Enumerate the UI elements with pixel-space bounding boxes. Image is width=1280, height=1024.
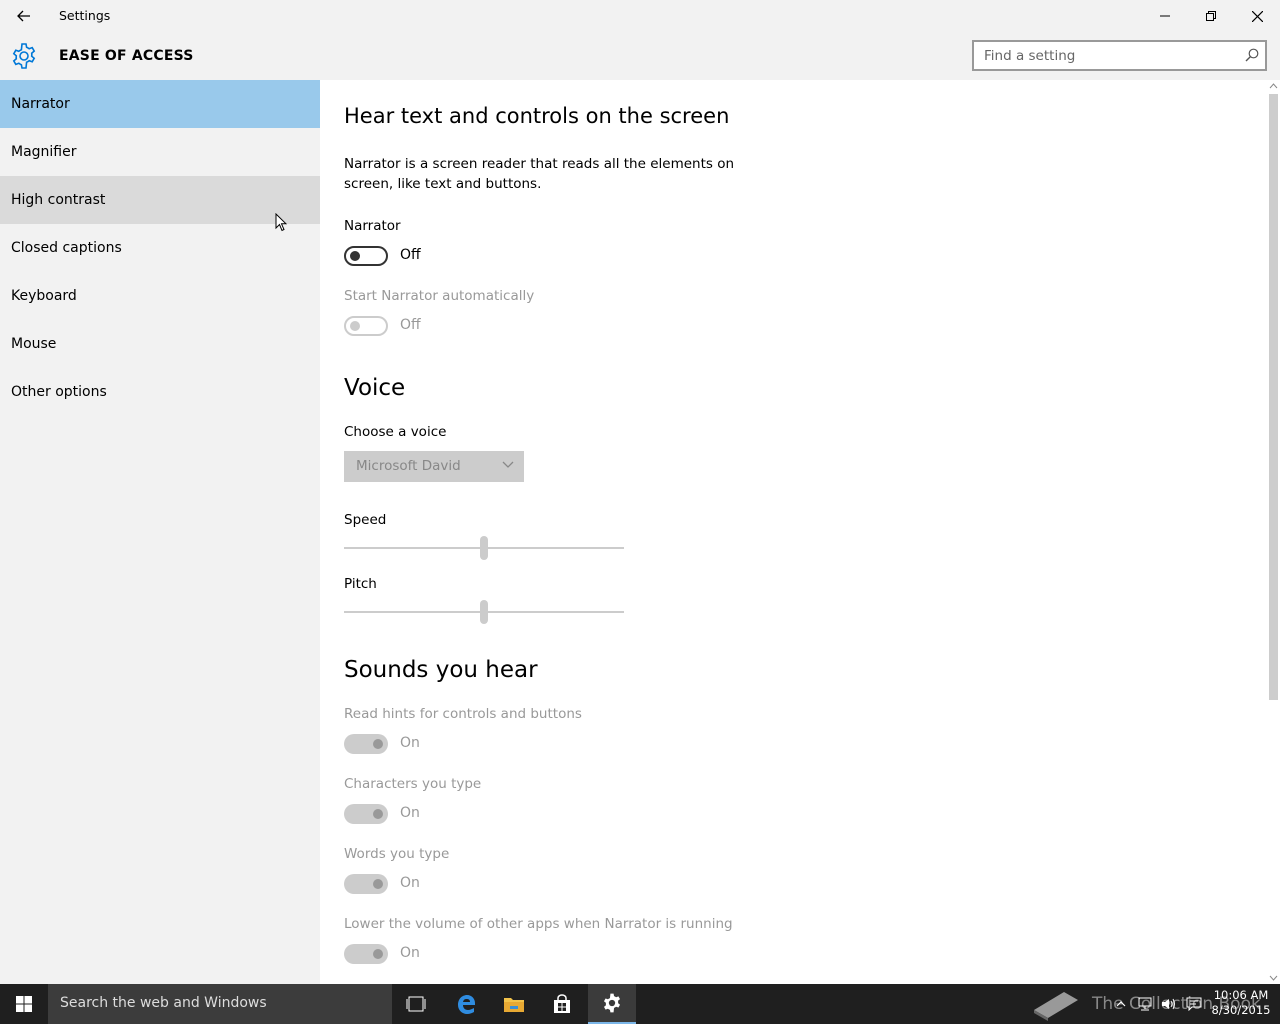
sidebar-item-closed-captions[interactable]: Closed captions xyxy=(0,224,320,272)
close-button[interactable] xyxy=(1234,0,1280,32)
scrollbar-thumb[interactable] xyxy=(1269,94,1278,700)
narrator-state: Off xyxy=(400,247,421,263)
title-bar: Settings xyxy=(0,0,1280,32)
store-bag-icon xyxy=(554,994,570,1013)
speed-slider-thumb[interactable] xyxy=(480,536,488,560)
volume-icon xyxy=(1162,998,1175,1010)
search-icon[interactable] xyxy=(1245,48,1259,62)
sidebar-item-mouse[interactable]: Mouse xyxy=(0,320,320,368)
action-center-button[interactable] xyxy=(1182,984,1206,1024)
start-button[interactable] xyxy=(0,984,48,1024)
choose-voice-label: Choose a voice xyxy=(344,424,447,440)
book-logo-icon xyxy=(1034,992,1078,1021)
windows-logo-icon xyxy=(16,996,32,1012)
edge-browser-icon xyxy=(458,995,475,1014)
gear-icon xyxy=(603,993,621,1013)
window-title: Settings xyxy=(59,8,111,23)
words-typed-toggle[interactable] xyxy=(344,874,388,894)
restore-button[interactable] xyxy=(1188,0,1234,32)
sidebar-item-high-contrast[interactable]: High contrast xyxy=(0,176,320,224)
back-button[interactable] xyxy=(10,4,38,28)
section-title: EASE OF ACCESS xyxy=(59,48,194,64)
sidebar: Narrator Magnifier High contrast Closed … xyxy=(0,80,320,984)
pitch-slider-thumb[interactable] xyxy=(480,600,488,624)
auto-start-state: Off xyxy=(400,317,421,333)
network-icon xyxy=(1138,997,1152,1011)
chevron-down-icon xyxy=(502,461,514,468)
scroll-down-icon[interactable] xyxy=(1269,974,1278,982)
close-icon xyxy=(1251,10,1263,22)
sidebar-item-keyboard[interactable]: Keyboard xyxy=(0,272,320,320)
settings-taskbar-button[interactable] xyxy=(588,984,636,1024)
task-view-button[interactable] xyxy=(392,984,440,1024)
store-button[interactable] xyxy=(538,984,586,1024)
clock-time: 10:06 AM xyxy=(1213,988,1269,1002)
voice-heading: Voice xyxy=(344,375,406,401)
sidebar-item-narrator[interactable]: Narrator xyxy=(0,80,320,128)
search-input[interactable] xyxy=(974,42,1224,69)
page-description: Narrator is a screen reader that reads a… xyxy=(344,156,735,192)
words-typed-state: On xyxy=(400,875,420,891)
restore-icon xyxy=(1206,11,1216,21)
taskbar-search-box[interactable]: Search the web and Windows xyxy=(48,984,392,1024)
speed-label: Speed xyxy=(344,512,387,528)
search-box[interactable] xyxy=(972,40,1267,71)
toggle-knob xyxy=(373,949,383,959)
speed-slider[interactable] xyxy=(344,536,624,560)
scroll-up-icon[interactable] xyxy=(1269,82,1278,90)
taskbar-clock[interactable]: 10:06 AM 8/30/2015 xyxy=(1208,988,1274,1018)
toggle-knob xyxy=(373,739,383,749)
sound-option-label: Words you type xyxy=(344,846,450,862)
pitch-slider[interactable] xyxy=(344,600,624,624)
taskbar-search-text: Search the web and Windows xyxy=(60,995,267,1011)
narrator-label: Narrator xyxy=(344,218,401,234)
minimize-icon xyxy=(1160,15,1170,17)
taskbar: Search the web and Windows The Collectio… xyxy=(0,984,1280,1024)
page-heading: Hear text and controls on the screen xyxy=(344,104,730,128)
sidebar-item-magnifier[interactable]: Magnifier xyxy=(0,128,320,176)
sound-option-label: Read hints for controls and buttons xyxy=(344,706,582,722)
mouse-cursor-icon xyxy=(275,213,287,232)
read-hints-toggle[interactable] xyxy=(344,734,388,754)
chevron-up-icon xyxy=(1116,1001,1126,1007)
back-arrow-icon xyxy=(17,10,30,22)
network-button[interactable] xyxy=(1134,984,1156,1024)
notification-icon xyxy=(1186,997,1202,1011)
scrollbar[interactable] xyxy=(1267,80,1280,984)
lower-volume-state: On xyxy=(400,945,420,961)
lower-volume-toggle[interactable] xyxy=(344,944,388,964)
main-content: Hear text and controls on the screen Nar… xyxy=(320,80,1280,984)
auto-start-label: Start Narrator automatically xyxy=(344,288,535,304)
toggle-knob xyxy=(350,321,360,331)
file-explorer-button[interactable] xyxy=(490,984,538,1024)
pitch-label: Pitch xyxy=(344,576,377,592)
auto-start-toggle[interactable] xyxy=(344,316,388,336)
voice-dropdown[interactable]: Microsoft David xyxy=(344,451,524,482)
minimize-button[interactable] xyxy=(1142,0,1188,32)
folder-icon xyxy=(504,998,524,1012)
clock-date: 8/30/2015 xyxy=(1211,1003,1271,1017)
edge-button[interactable] xyxy=(442,984,490,1024)
toggle-knob xyxy=(373,809,383,819)
characters-typed-state: On xyxy=(400,805,420,821)
header: EASE OF ACCESS xyxy=(0,32,1280,80)
toggle-knob xyxy=(373,879,383,889)
task-view-icon xyxy=(406,996,426,1012)
volume-button[interactable] xyxy=(1158,984,1180,1024)
toggle-knob xyxy=(350,251,360,261)
characters-typed-toggle[interactable] xyxy=(344,804,388,824)
tray-overflow-button[interactable] xyxy=(1110,984,1132,1024)
sounds-heading: Sounds you hear xyxy=(344,657,538,683)
voice-dropdown-value: Microsoft David xyxy=(356,458,461,474)
sound-option-label: Lower the volume of other apps when Narr… xyxy=(344,916,733,932)
narrator-toggle[interactable] xyxy=(344,246,388,266)
gear-icon xyxy=(12,43,36,69)
sound-option-label: Characters you type xyxy=(344,776,482,792)
read-hints-state: On xyxy=(400,735,420,751)
sidebar-item-other-options[interactable]: Other options xyxy=(0,368,320,416)
